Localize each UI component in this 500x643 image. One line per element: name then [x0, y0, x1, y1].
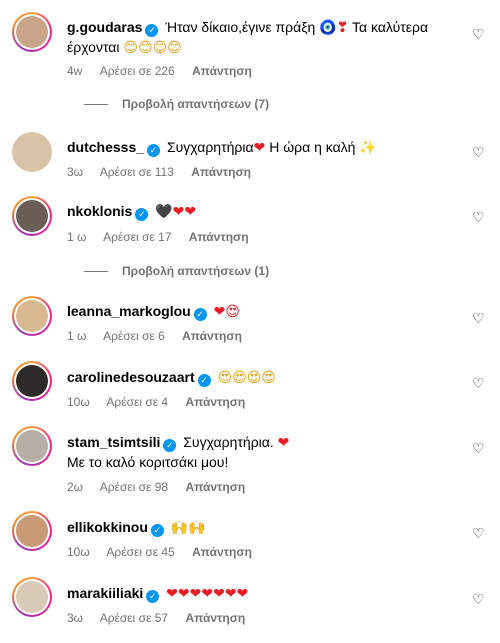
heart-outline-icon[interactable]: ♡ — [472, 441, 486, 455]
heart-outline-icon[interactable]: ♡ — [472, 592, 486, 606]
likes-count[interactable]: Αρέσει σε 113 — [100, 165, 174, 179]
comment-emojis: 🧿❣ — [319, 20, 349, 36]
comment-emojis: ❤❤❤❤❤❤❤ — [166, 586, 249, 602]
avatar[interactable] — [12, 132, 52, 172]
reply-button[interactable]: Απάντηση — [185, 480, 245, 494]
likes-count[interactable]: Αρέσει σε 57 — [100, 611, 168, 625]
verified-badge-icon: ✓ — [135, 208, 149, 221]
likes-count[interactable]: Αρέσει σε 17 — [103, 230, 171, 244]
verified-badge-icon: ✓ — [193, 308, 207, 321]
username[interactable]: ellikokkinou — [67, 519, 148, 535]
username[interactable]: dutchesss_ — [67, 139, 144, 155]
heart-outline-icon[interactable]: ♡ — [472, 210, 486, 224]
verified-badge-icon: ✓ — [197, 374, 211, 387]
view-replies-label: Προβολή απαντήσεων (1) — [122, 264, 270, 278]
comment-text: Ήταν δίκαιο,έγινε πράξη — [165, 19, 316, 35]
heart-outline-icon[interactable]: ♡ — [472, 27, 486, 41]
likes-count[interactable]: Αρέσει σε 98 — [100, 480, 168, 494]
comment-text-2: Η ώρα η καλή — [269, 139, 356, 155]
avatar[interactable] — [12, 577, 52, 617]
verified-badge-icon: ✓ — [147, 144, 161, 157]
comment-text-2: Τα καλύτερα — [351, 19, 429, 35]
comment-time: 1 ω — [67, 329, 87, 343]
username[interactable]: leanna_markoglou — [67, 303, 191, 319]
comment-emojis: ❤😍 — [213, 304, 240, 320]
username[interactable]: carolinedesouzaart — [67, 369, 195, 385]
verified-badge-icon: ✓ — [163, 439, 177, 452]
avatar[interactable] — [12, 426, 52, 466]
likes-count[interactable]: Αρέσει σε 226 — [100, 64, 175, 78]
heart-outline-icon[interactable]: ♡ — [472, 526, 486, 540]
avatar[interactable] — [12, 12, 52, 52]
avatar[interactable] — [12, 296, 52, 336]
username[interactable]: marakiiliaki — [67, 585, 143, 601]
comment-time: 1 ω — [67, 230, 87, 244]
comment-text-line2: έρχονται — [67, 39, 120, 55]
verified-badge-icon: ✓ — [150, 524, 164, 537]
comment-time: 4w — [67, 64, 83, 78]
heart-outline-icon[interactable]: ♡ — [472, 145, 486, 159]
comment-emojis: 🖤❤❤ — [155, 204, 197, 220]
view-replies-button[interactable]: Προβολή απαντήσεων (7) — [84, 97, 269, 111]
username[interactable]: g.goudaras — [67, 19, 142, 35]
username[interactable]: stam_tsimtsili — [67, 434, 160, 450]
view-replies-label: Προβολή απαντήσεων (7) — [122, 97, 270, 111]
likes-count[interactable]: Αρέσει σε 45 — [106, 545, 174, 559]
verified-badge-icon: ✓ — [145, 24, 159, 37]
comment-time: 3ω — [67, 165, 84, 179]
comment-emojis: 🙌🙌 — [170, 520, 206, 536]
heart-emoji: ❤ — [253, 140, 266, 156]
username[interactable]: nkoklonis — [67, 203, 132, 219]
verified-badge-icon: ✓ — [146, 590, 160, 603]
reply-button[interactable]: Απάντηση — [191, 165, 251, 179]
reply-button[interactable]: Απάντηση — [189, 230, 249, 244]
avatar[interactable] — [12, 511, 52, 551]
comment-time: 2ω — [67, 480, 84, 494]
view-replies-button[interactable]: Προβολή απαντήσεων (1) — [84, 264, 269, 278]
comment-emojis: 😍😍😍😍 — [217, 370, 276, 386]
avatar[interactable] — [12, 196, 52, 236]
reply-button[interactable]: Απάντηση — [185, 611, 245, 625]
reply-button[interactable]: Απάντηση — [192, 545, 252, 559]
comment-time: 10ω — [67, 545, 90, 559]
heart-outline-icon[interactable]: ♡ — [472, 311, 486, 325]
comment-text: Συγχαρητήρια. — [183, 434, 274, 450]
divider — [84, 271, 108, 273]
comment-text-line2: Με το καλό κοριτσάκι μου! — [67, 454, 229, 470]
sparkles-emoji: ✨ — [359, 140, 377, 156]
reply-button[interactable]: Απάντηση — [192, 64, 252, 78]
heart-emoji: ❤ — [277, 435, 290, 451]
comment-time: 3ω — [67, 611, 84, 625]
likes-count[interactable]: Αρέσει σε 6 — [103, 329, 165, 343]
comment-time: 10ω — [67, 395, 90, 409]
divider — [84, 104, 108, 106]
avatar[interactable] — [12, 361, 52, 401]
heart-outline-icon[interactable]: ♡ — [472, 376, 486, 390]
comment-text: Συγχαρητήρια — [166, 139, 254, 155]
reply-button[interactable]: Απάντηση — [185, 395, 245, 409]
likes-count[interactable]: Αρέσει σε 4 — [106, 395, 168, 409]
comment-emojis-line2: 😊😊😊😊 — [123, 40, 182, 56]
reply-button[interactable]: Απάντηση — [182, 329, 242, 343]
